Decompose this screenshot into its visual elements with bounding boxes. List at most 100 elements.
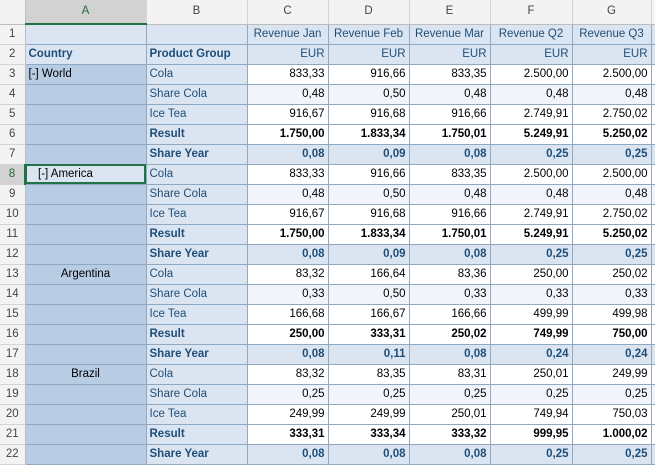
value-cell[interactable]: 0,08	[246, 243, 329, 265]
country-cell[interactable]	[24, 443, 147, 465]
value-cell[interactable]: 0,08	[408, 243, 491, 265]
value-cell[interactable]: 0,25	[571, 443, 652, 465]
value-cell[interactable]: 499,98	[571, 303, 652, 325]
value-cell[interactable]: 0,11	[327, 343, 410, 365]
value-cell[interactable]: 916,66	[327, 63, 410, 85]
value-cell[interactable]: 0,50	[327, 83, 410, 105]
value-cell[interactable]: 250,00	[489, 263, 573, 285]
value-cell-partial[interactable]	[650, 223, 655, 245]
column-header-e[interactable]: E	[409, 0, 491, 25]
product-group-cell[interactable]: Share Year	[145, 143, 248, 165]
value-cell[interactable]: 2.500,00	[489, 163, 573, 185]
country-cell[interactable]	[24, 303, 147, 325]
value-cell[interactable]: 833,33	[246, 63, 329, 85]
column-header-c[interactable]: C	[247, 0, 329, 25]
value-cell[interactable]: 0,25	[571, 243, 652, 265]
row-number[interactable]: 7	[0, 144, 26, 165]
row-number[interactable]: 8	[0, 164, 26, 185]
value-cell[interactable]: 999,95	[489, 423, 573, 445]
value-cell[interactable]: 916,67	[246, 203, 329, 225]
value-cell[interactable]: 249,99	[246, 403, 329, 425]
value-cell[interactable]: 0,50	[327, 283, 410, 305]
header-revenue-q3[interactable]: Revenue Q3	[571, 23, 652, 45]
row-number[interactable]: 3	[0, 64, 26, 85]
value-cell-partial[interactable]	[650, 363, 655, 385]
column-header-b[interactable]: B	[146, 0, 248, 25]
value-cell[interactable]: 166,67	[327, 303, 410, 325]
product-group-cell[interactable]: Share Year	[145, 343, 248, 365]
value-cell[interactable]: 916,68	[327, 203, 410, 225]
value-cell[interactable]: 749,94	[489, 403, 573, 425]
value-cell[interactable]: 750,03	[571, 403, 652, 425]
value-cell[interactable]: 0,50	[327, 183, 410, 205]
value-cell[interactable]: 250,02	[408, 323, 491, 345]
country-cell[interactable]	[24, 183, 147, 205]
product-group-cell[interactable]: Ice Tea	[145, 403, 248, 425]
value-cell[interactable]: 5.250,02	[571, 123, 652, 145]
row-number[interactable]: 6	[0, 124, 26, 145]
value-cell[interactable]: 0,25	[408, 383, 491, 405]
value-cell[interactable]: 0,09	[327, 143, 410, 165]
value-cell-partial[interactable]	[650, 423, 655, 445]
country-cell[interactable]	[24, 283, 147, 305]
value-cell[interactable]: 250,02	[571, 263, 652, 285]
value-cell[interactable]: 0,25	[571, 383, 652, 405]
product-group-cell[interactable]: Ice Tea	[145, 203, 248, 225]
value-cell-partial[interactable]	[650, 243, 655, 265]
country-cell[interactable]	[24, 83, 147, 105]
country-cell[interactable]	[24, 423, 147, 445]
column-header-g[interactable]: G	[572, 0, 652, 25]
value-cell[interactable]: 0,08	[246, 443, 329, 465]
value-cell[interactable]: 2.749,91	[489, 103, 573, 125]
value-cell[interactable]: 1.750,01	[408, 223, 491, 245]
product-group-cell[interactable]: Cola	[145, 63, 248, 85]
value-cell[interactable]: 833,33	[246, 163, 329, 185]
value-cell[interactable]: 2.750,02	[571, 103, 652, 125]
value-cell[interactable]: 0,48	[571, 83, 652, 105]
value-cell-partial[interactable]	[650, 303, 655, 325]
value-cell-partial[interactable]	[650, 263, 655, 285]
product-group-cell[interactable]: Cola	[145, 263, 248, 285]
unit-q2[interactable]: EUR	[489, 43, 573, 65]
select-all-corner[interactable]	[0, 0, 26, 25]
product-group-cell[interactable]: Ice Tea	[145, 303, 248, 325]
value-cell[interactable]: 249,99	[327, 403, 410, 425]
value-cell-partial[interactable]	[650, 443, 655, 465]
value-cell[interactable]: 249,99	[571, 363, 652, 385]
country-cell[interactable]	[24, 323, 147, 345]
value-cell[interactable]: 0,08	[408, 143, 491, 165]
unit-q3[interactable]: EUR	[571, 43, 652, 65]
country-cell[interactable]	[24, 223, 147, 245]
unit-mar[interactable]: EUR	[408, 43, 491, 65]
country-cell[interactable]: Brazil	[24, 363, 147, 385]
value-cell-partial[interactable]	[650, 63, 655, 85]
value-cell[interactable]: 83,36	[408, 263, 491, 285]
header-revenue-q2[interactable]: Revenue Q2	[489, 23, 573, 45]
value-cell[interactable]: 83,32	[246, 263, 329, 285]
row-number[interactable]: 15	[0, 304, 26, 325]
product-group-cell[interactable]: Share Year	[145, 243, 248, 265]
value-cell[interactable]: 0,25	[489, 243, 573, 265]
product-group-cell[interactable]: Result	[145, 223, 248, 245]
value-cell[interactable]: 2.749,91	[489, 203, 573, 225]
value-cell[interactable]: 0,09	[327, 243, 410, 265]
value-cell[interactable]: 833,35	[408, 163, 491, 185]
value-cell-partial[interactable]	[650, 283, 655, 305]
row-number[interactable]: 4	[0, 84, 26, 105]
value-cell[interactable]: 0,48	[489, 83, 573, 105]
header-revenue-mar[interactable]: Revenue Mar	[408, 23, 491, 45]
value-cell-partial[interactable]	[650, 143, 655, 165]
value-cell[interactable]: 333,31	[246, 423, 329, 445]
product-group-cell[interactable]: Result	[145, 323, 248, 345]
row-number[interactable]: 9	[0, 184, 26, 205]
value-cell[interactable]: 0,48	[246, 83, 329, 105]
header-revenue-jan[interactable]: Revenue Jan	[246, 23, 329, 45]
value-cell[interactable]: 83,31	[408, 363, 491, 385]
product-group-cell[interactable]: Share Cola	[145, 383, 248, 405]
row-number[interactable]: 16	[0, 324, 26, 345]
product-group-cell[interactable]: Ice Tea	[145, 103, 248, 125]
value-cell[interactable]: 166,64	[327, 263, 410, 285]
row-number[interactable]: 10	[0, 204, 26, 225]
unit-jan[interactable]: EUR	[246, 43, 329, 65]
row-number[interactable]: 13	[0, 264, 26, 285]
